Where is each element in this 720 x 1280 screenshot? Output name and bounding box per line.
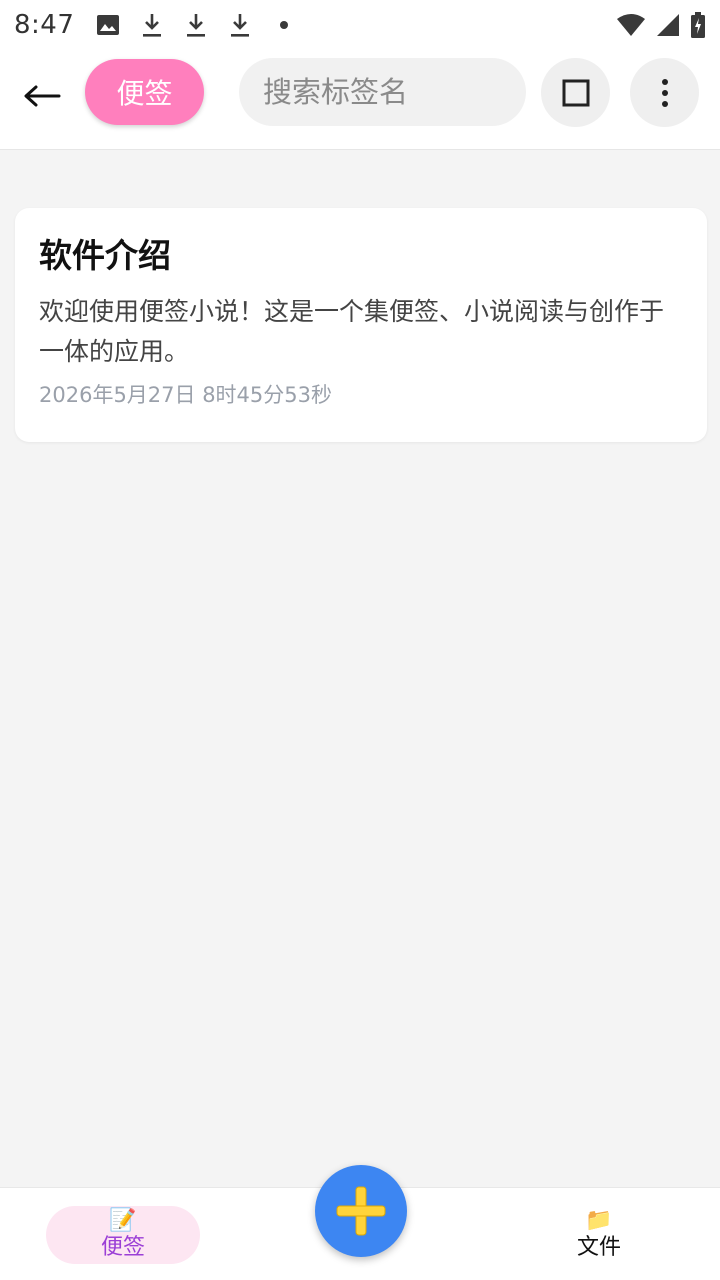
- signal-icon: [656, 12, 680, 38]
- image-icon: [96, 12, 120, 38]
- status-notification-icons: [96, 12, 296, 38]
- status-time: 8:47: [14, 10, 75, 40]
- note-body: 欢迎使用便签小说！这是一个集便签、小说阅读与创作于一体的应用。: [39, 297, 665, 366]
- note-title: 软件介绍: [39, 236, 171, 275]
- battery-icon: [690, 12, 706, 38]
- note-timestamp: 2026年5月27日 8时45分53秒: [39, 383, 333, 407]
- category-chip-notes[interactable]: 便签: [85, 59, 204, 125]
- back-arrow-icon: [24, 85, 61, 107]
- app-screen: 8:47 便签 搜索标签名 软件介绍 欢迎使用便签小说！这是一个集便签、小说阅读…: [0, 0, 720, 1280]
- more-options-button[interactable]: [630, 58, 699, 127]
- note-card[interactable]: 软件介绍 欢迎使用便签小说！这是一个集便签、小说阅读与创作于一体的应用。 202…: [15, 208, 707, 442]
- download-icon: [140, 12, 164, 38]
- square-icon: [562, 79, 589, 106]
- download-icon: [184, 12, 208, 38]
- wifi-icon: [616, 12, 646, 38]
- plus-icon: [336, 1186, 386, 1236]
- back-button[interactable]: [18, 72, 66, 120]
- dot-icon: [272, 12, 296, 38]
- status-bar: 8:47: [0, 0, 720, 50]
- add-note-button[interactable]: [315, 1165, 407, 1257]
- more-vertical-icon: [661, 78, 668, 107]
- nav-item-notes[interactable]: 📝 便签: [46, 1206, 200, 1264]
- search-input[interactable]: [263, 75, 526, 109]
- status-system-icons: [616, 12, 706, 38]
- nav-label-notes: 便签: [100, 1235, 145, 1260]
- top-app-bar: 便签: [0, 50, 720, 150]
- select-mode-button[interactable]: [541, 58, 610, 127]
- nav-label-files: 文件: [576, 1235, 621, 1260]
- search-box[interactable]: [239, 58, 526, 126]
- nav-item-files[interactable]: 📁 文件: [522, 1206, 676, 1264]
- folder-icon: 📁: [585, 1208, 613, 1233]
- download-icon: [228, 12, 252, 38]
- memo-icon: 📝: [109, 1208, 137, 1233]
